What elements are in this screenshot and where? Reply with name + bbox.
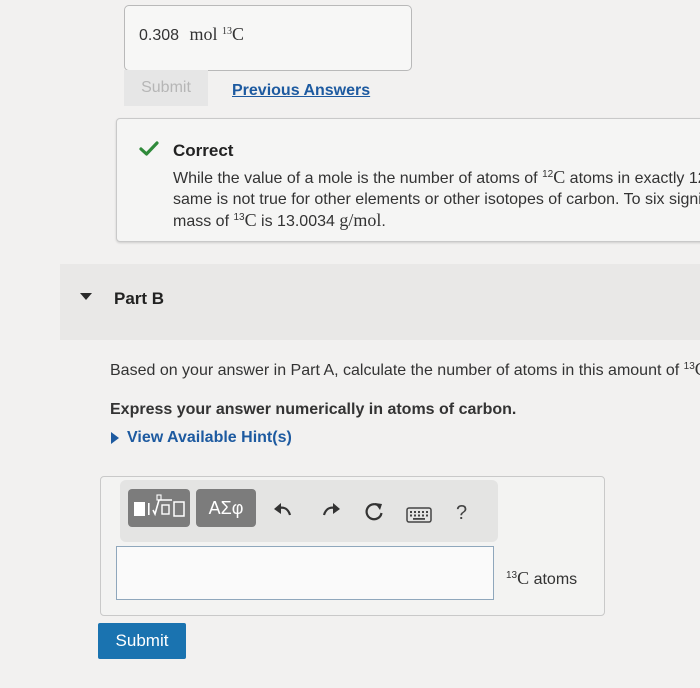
- reset-icon[interactable]: [363, 501, 385, 523]
- check-icon: [139, 141, 159, 156]
- part-b-title[interactable]: Part B: [114, 289, 164, 309]
- feedback-text: While the value of a mole is the number …: [173, 167, 700, 230]
- undo-icon[interactable]: [272, 502, 294, 518]
- part-b-answer-unit: 13C atoms: [506, 568, 578, 588]
- symbols-button[interactable]: ΑΣφ: [196, 489, 256, 527]
- feedback-title: Correct: [173, 141, 234, 160]
- part-a-answer-value: 0.308: [139, 27, 180, 44]
- collapse-arrow-icon[interactable]: [80, 293, 92, 300]
- part-a-answer-field: 0.308 mol 13C: [124, 5, 412, 71]
- part-b-instruction: Express your answer numerically in atoms…: [110, 401, 517, 418]
- part-b-submit-button[interactable]: Submit: [98, 623, 186, 659]
- part-a-submit-button: Submit: [124, 70, 208, 106]
- part-b-question: Based on your answer in Part A, calculat…: [110, 359, 700, 379]
- keyboard-icon[interactable]: [406, 507, 432, 523]
- part-a-answer-unit: mol 13C: [189, 24, 245, 44]
- help-button[interactable]: ?: [456, 502, 467, 525]
- expand-arrow-icon[interactable]: [111, 432, 119, 444]
- view-hints-link[interactable]: View Available Hint(s): [127, 429, 292, 447]
- templates-button[interactable]: [128, 489, 190, 527]
- redo-icon[interactable]: [320, 502, 342, 518]
- part-b-answer-input[interactable]: [116, 546, 494, 600]
- feedback-box: Correct While the value of a mole is the…: [116, 118, 700, 242]
- templates-icon: [134, 494, 185, 517]
- previous-answers-link[interactable]: Previous Answers: [232, 82, 370, 100]
